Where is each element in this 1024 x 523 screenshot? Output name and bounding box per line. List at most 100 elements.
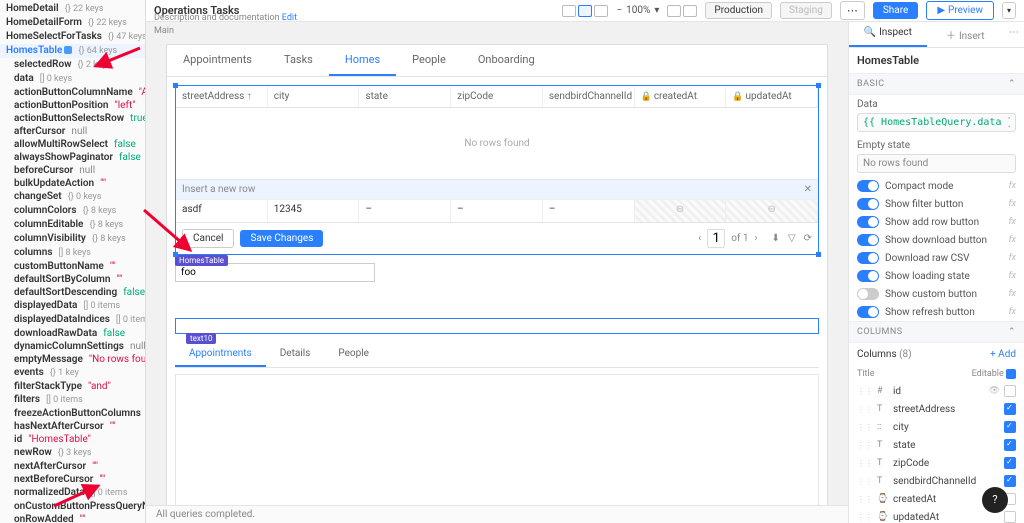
fx-button[interactable]: fx (1009, 181, 1016, 191)
next-page-icon[interactable]: › (755, 233, 758, 244)
tree-row-columnEditable[interactable]: columnEditable {} 8 keys (0, 218, 145, 232)
detail-tab-details[interactable]: Details (266, 342, 325, 367)
section-basic[interactable]: BASIC⌃ (849, 73, 1024, 95)
toggle-show-download-button[interactable] (857, 234, 879, 246)
resize-handle[interactable] (173, 252, 178, 257)
fx-button[interactable]: fx (1009, 217, 1016, 227)
column-header-zipCode[interactable]: zipCode (451, 86, 543, 107)
tree-row-freezeActionButtonColumns[interactable]: freezeActionButtonColumns false (0, 407, 145, 420)
env-staging-button[interactable]: Staging (780, 2, 832, 19)
editable-checkbox[interactable] (1004, 511, 1016, 523)
toggle-show-filter-button[interactable] (857, 198, 879, 210)
detail-tab-people[interactable]: People (324, 342, 383, 367)
env-production-button[interactable]: Production (705, 2, 772, 19)
column-header-createdAt[interactable]: 🔒createdAt (635, 86, 727, 107)
toggle-show-loading-state[interactable] (857, 270, 879, 282)
tree-row-newRow[interactable]: newRow {} 3 keys (0, 446, 145, 460)
column-header-streetAddress[interactable]: streetAddress (176, 86, 268, 107)
fx-button[interactable]: fx (1009, 289, 1016, 299)
layout-bottom-icon[interactable] (578, 5, 592, 17)
editable-checkbox[interactable] (1004, 403, 1016, 415)
tab-onboarding[interactable]: Onboarding (462, 45, 551, 76)
new-row-cell[interactable]: – (451, 200, 543, 222)
new-row-cell[interactable]: – (543, 200, 635, 222)
column-config-state[interactable]: ⋮⋮Tstate (849, 436, 1024, 454)
tree-row-nextBeforeCursor[interactable]: nextBeforeCursor "" (0, 473, 145, 486)
more-menu-button[interactable]: ⋯ (840, 1, 865, 20)
column-config-streetAddress[interactable]: ⋮⋮TstreetAddress (849, 400, 1024, 418)
resize-handle[interactable] (816, 252, 821, 257)
tree-row-columnColors[interactable]: columnColors {} 8 keys (0, 204, 145, 218)
tree-row-actionButtonSelectsRow[interactable]: actionButtonSelectsRow true (0, 112, 145, 125)
tree-row-emptyMessage[interactable]: emptyMessage "No rows found" (0, 353, 145, 366)
editable-checkbox[interactable] (1004, 421, 1016, 433)
tree-row-actionButtonPosition[interactable]: actionButtonPosition "left" (0, 99, 145, 112)
tab-insert[interactable]: ＋Insert (927, 22, 1005, 47)
tree-row-nextAfterCursor[interactable]: nextAfterCursor "" (0, 460, 145, 473)
component-tag[interactable]: text10 (186, 333, 216, 344)
toggle-compact-mode[interactable] (857, 180, 879, 192)
column-header-state[interactable]: state (359, 86, 451, 107)
tree-row-actionButtonColumnName[interactable]: actionButtonColumnName "Actions" (0, 86, 145, 99)
homes-table-component[interactable]: streetAddresscitystatezipCodesendbirdCha… (175, 85, 819, 255)
tree-row-HomeDetailForm[interactable]: HomeDetailForm {} 22 keys (0, 16, 145, 30)
tree-row-alwaysShowPaginator[interactable]: alwaysShowPaginator false (0, 151, 145, 164)
column-header-updatedAt[interactable]: 🔒updatedAt (726, 86, 818, 107)
refresh-icon[interactable]: ⟳ (804, 233, 812, 244)
tree-row-displayedDataIndices[interactable]: displayedDataIndices [] 0 items (0, 313, 145, 327)
fx-button[interactable]: fx (1009, 235, 1016, 245)
tab-tasks[interactable]: Tasks (268, 45, 329, 76)
column-config-city[interactable]: ⋮⋮::city (849, 418, 1024, 436)
page-input[interactable] (707, 229, 725, 248)
share-button[interactable]: Share (873, 2, 918, 19)
add-column-button[interactable]: + Add (990, 349, 1016, 360)
tree-row-defaultSortByColumn[interactable]: defaultSortByColumn "" (0, 273, 145, 286)
tree-row-HomeDetail[interactable]: HomeDetail {} 22 keys (0, 2, 145, 16)
tree-row-customButtonName[interactable]: customButtonName "" (0, 260, 145, 273)
toggle-download-raw-csv[interactable] (857, 252, 879, 264)
preview-button[interactable]: ▶Preview (926, 1, 994, 20)
fx-button[interactable]: fx (1009, 271, 1016, 281)
tree-row-columns[interactable]: columns [] 8 keys (0, 246, 145, 260)
tab-appointments[interactable]: Appointments (167, 45, 268, 76)
layout-right-icon[interactable] (594, 5, 608, 17)
text10-component[interactable]: text10 (175, 318, 819, 334)
tree-row-changeSet[interactable]: changeSet {} 0 keys (0, 190, 145, 204)
tree-row-HomeSelectForTasks[interactable]: HomeSelectForTasks {} 47 keys (0, 30, 145, 44)
tree-row-events[interactable]: events {} 1 key (0, 366, 145, 380)
tab-people[interactable]: People (396, 45, 462, 76)
tree-row-data[interactable]: data [] 0 keys (0, 72, 145, 86)
tree-row-bulkUpdateAction[interactable]: bulkUpdateAction "" (0, 177, 145, 190)
tab-homes[interactable]: Homes (329, 45, 396, 76)
zoom-control[interactable]: − 100% ▾ (616, 5, 659, 16)
prev-page-icon[interactable]: ‹ (698, 233, 701, 244)
inspector-more-icon[interactable]: ⋯ (1004, 22, 1024, 47)
detail-tab-appointments[interactable]: Appointments (175, 342, 266, 367)
tab-inspect[interactable]: 🔍Inspect (849, 22, 927, 47)
fx-button[interactable]: fx (1009, 253, 1016, 263)
tree-row-HomesTable[interactable]: HomesTable {} 64 keys (0, 44, 145, 58)
new-row-cell[interactable]: – (359, 200, 451, 222)
editable-checkbox[interactable] (1004, 385, 1016, 397)
tree-row-selectedRow[interactable]: selectedRow {} 2 keys (0, 58, 145, 72)
new-row-cell[interactable]: 12345 (268, 200, 360, 222)
column-header-city[interactable]: city (268, 86, 360, 107)
tree-row-displayedData[interactable]: displayedData [] 0 items (0, 299, 145, 313)
tree-row-dynamicColumnSettings[interactable]: dynamicColumnSettings null (0, 340, 145, 353)
download-icon[interactable]: ⬇ (772, 233, 780, 244)
tree-row-columnVisibility[interactable]: columnVisibility {} 8 keys (0, 232, 145, 246)
tree-row-id[interactable]: id "HomesTable" (0, 433, 145, 446)
close-insert-icon[interactable]: ✕ (804, 184, 812, 195)
toggle-show-refresh-button[interactable] (857, 306, 879, 318)
toggle-show-custom-button[interactable] (857, 288, 879, 300)
fx-button[interactable]: fx (1009, 307, 1016, 317)
tree-row-filters[interactable]: filters [] 0 items (0, 393, 145, 407)
tree-row-filterStackType[interactable]: filterStackType "and" (0, 380, 145, 393)
section-columns[interactable]: COLUMNS⌃ (849, 321, 1024, 343)
preview-dropdown[interactable]: ▾ (1002, 2, 1016, 19)
fx-button[interactable]: fx (1009, 199, 1016, 209)
new-row-cell[interactable]: asdf (176, 200, 268, 222)
editable-checkbox[interactable] (1004, 475, 1016, 487)
column-config-id[interactable]: ⋮⋮#id👁 (849, 382, 1024, 400)
tree-row-onRowAdded[interactable]: onRowAdded "" (0, 513, 145, 523)
